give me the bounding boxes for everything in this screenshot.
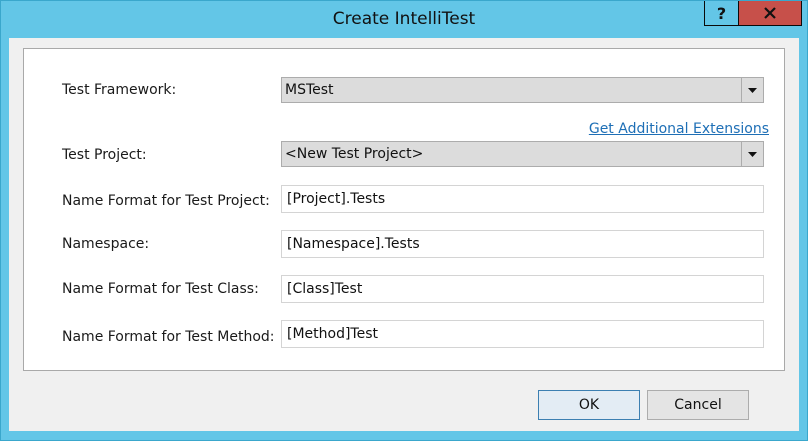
dialog-title: Create IntelliTest <box>332 9 476 29</box>
namespace-label: Namespace: <box>62 236 150 252</box>
test-framework-label: Test Framework: <box>62 82 177 98</box>
dialog-window: Create IntelliTest ? Test Framework: MST… <box>0 0 808 441</box>
method-name-format-value: [Method]Test <box>287 326 378 342</box>
ok-button[interactable]: OK <box>538 390 640 420</box>
dialog-body: Test Framework: MSTest Get Additional Ex… <box>9 38 799 431</box>
class-name-format-input[interactable]: [Class]Test <box>281 275 764 303</box>
help-button[interactable]: ? <box>704 1 739 26</box>
test-project-value: <New Test Project> <box>285 146 424 162</box>
test-framework-value: MSTest <box>285 82 334 98</box>
test-project-dropdown[interactable]: <New Test Project> <box>281 141 764 167</box>
dropdown-arrow-icon[interactable] <box>741 78 763 102</box>
cancel-button[interactable]: Cancel <box>647 390 749 420</box>
project-name-format-label: Name Format for Test Project: <box>62 193 270 209</box>
project-name-format-value: [Project].Tests <box>287 191 386 207</box>
test-project-label: Test Project: <box>62 147 147 163</box>
close-button[interactable] <box>739 1 802 26</box>
dropdown-arrow-icon[interactable] <box>741 142 763 166</box>
close-icon <box>764 7 776 19</box>
project-name-format-input[interactable]: [Project].Tests <box>281 185 764 213</box>
get-additional-extensions-link[interactable]: Get Additional Extensions <box>589 121 769 137</box>
test-framework-dropdown[interactable]: MSTest <box>281 77 764 103</box>
class-name-format-label: Name Format for Test Class: <box>62 281 259 297</box>
settings-panel: Test Framework: MSTest Get Additional Ex… <box>23 48 785 371</box>
namespace-input[interactable]: [Namespace].Tests <box>281 230 764 258</box>
help-icon: ? <box>716 3 727 23</box>
method-name-format-input[interactable]: [Method]Test <box>281 320 764 348</box>
class-name-format-value: [Class]Test <box>287 281 363 297</box>
namespace-value: [Namespace].Tests <box>287 236 420 252</box>
method-name-format-label: Name Format for Test Method: <box>62 329 275 345</box>
title-bar[interactable]: Create IntelliTest ? <box>1 1 807 38</box>
